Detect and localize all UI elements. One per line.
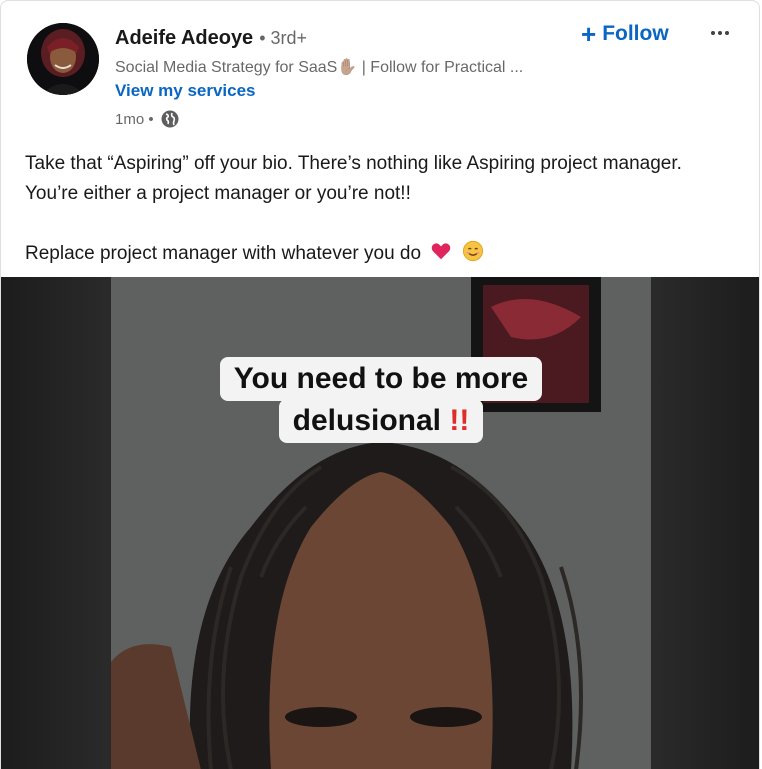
more-horizontal-icon <box>718 31 722 35</box>
post-paragraph-text: Replace project manager with whatever yo… <box>25 243 422 264</box>
post-header: Adeife Adeoye • 3rd+ Social Media Strate… <box>1 1 759 141</box>
smiling-face-icon <box>462 240 483 262</box>
connection-degree: • 3rd+ <box>259 28 308 48</box>
plus-icon: + <box>581 19 597 49</box>
caption-line: delusional !! <box>278 399 484 443</box>
post-meta: 1mo • <box>115 109 180 129</box>
post-commentary: Take that “Aspiring” off your bio. There… <box>25 149 725 269</box>
author-name-row: Adeife Adeoye • 3rd+ <box>115 27 307 50</box>
more-horizontal-icon <box>711 31 715 35</box>
video-caption: You need to be more delusional !! <box>111 357 651 443</box>
view-services-link[interactable]: View my services <box>115 81 256 101</box>
author-avatar[interactable] <box>27 23 99 95</box>
caption-text: delusional <box>292 404 442 437</box>
video-still-image <box>111 277 651 769</box>
caption-line: You need to be more <box>219 357 543 401</box>
post-paragraph: Take that “Aspiring” off your bio. There… <box>25 153 682 204</box>
globe-icon <box>161 110 179 128</box>
post-paragraph: Replace project manager with whatever yo… <box>25 239 725 269</box>
more-horizontal-icon <box>725 31 729 35</box>
author-headline: Social Media Strategy for SaaS✋🏾 | Follo… <box>115 59 524 76</box>
double-exclamation-icon: !! <box>449 404 470 437</box>
video-frame[interactable]: You need to be more delusional !! <box>111 277 651 769</box>
post-time: 1mo • <box>115 110 154 128</box>
feed-post-card: Adeife Adeoye • 3rd+ Social Media Strate… <box>0 0 760 769</box>
more-options-button[interactable] <box>703 19 737 47</box>
avatar-image <box>27 23 99 95</box>
follow-label: Follow <box>602 22 669 45</box>
author-name[interactable]: Adeife Adeoye <box>115 27 253 50</box>
post-video[interactable]: You need to be more delusional !! <box>1 277 759 769</box>
heart-icon <box>432 243 451 260</box>
follow-button[interactable]: + Follow <box>577 19 673 49</box>
